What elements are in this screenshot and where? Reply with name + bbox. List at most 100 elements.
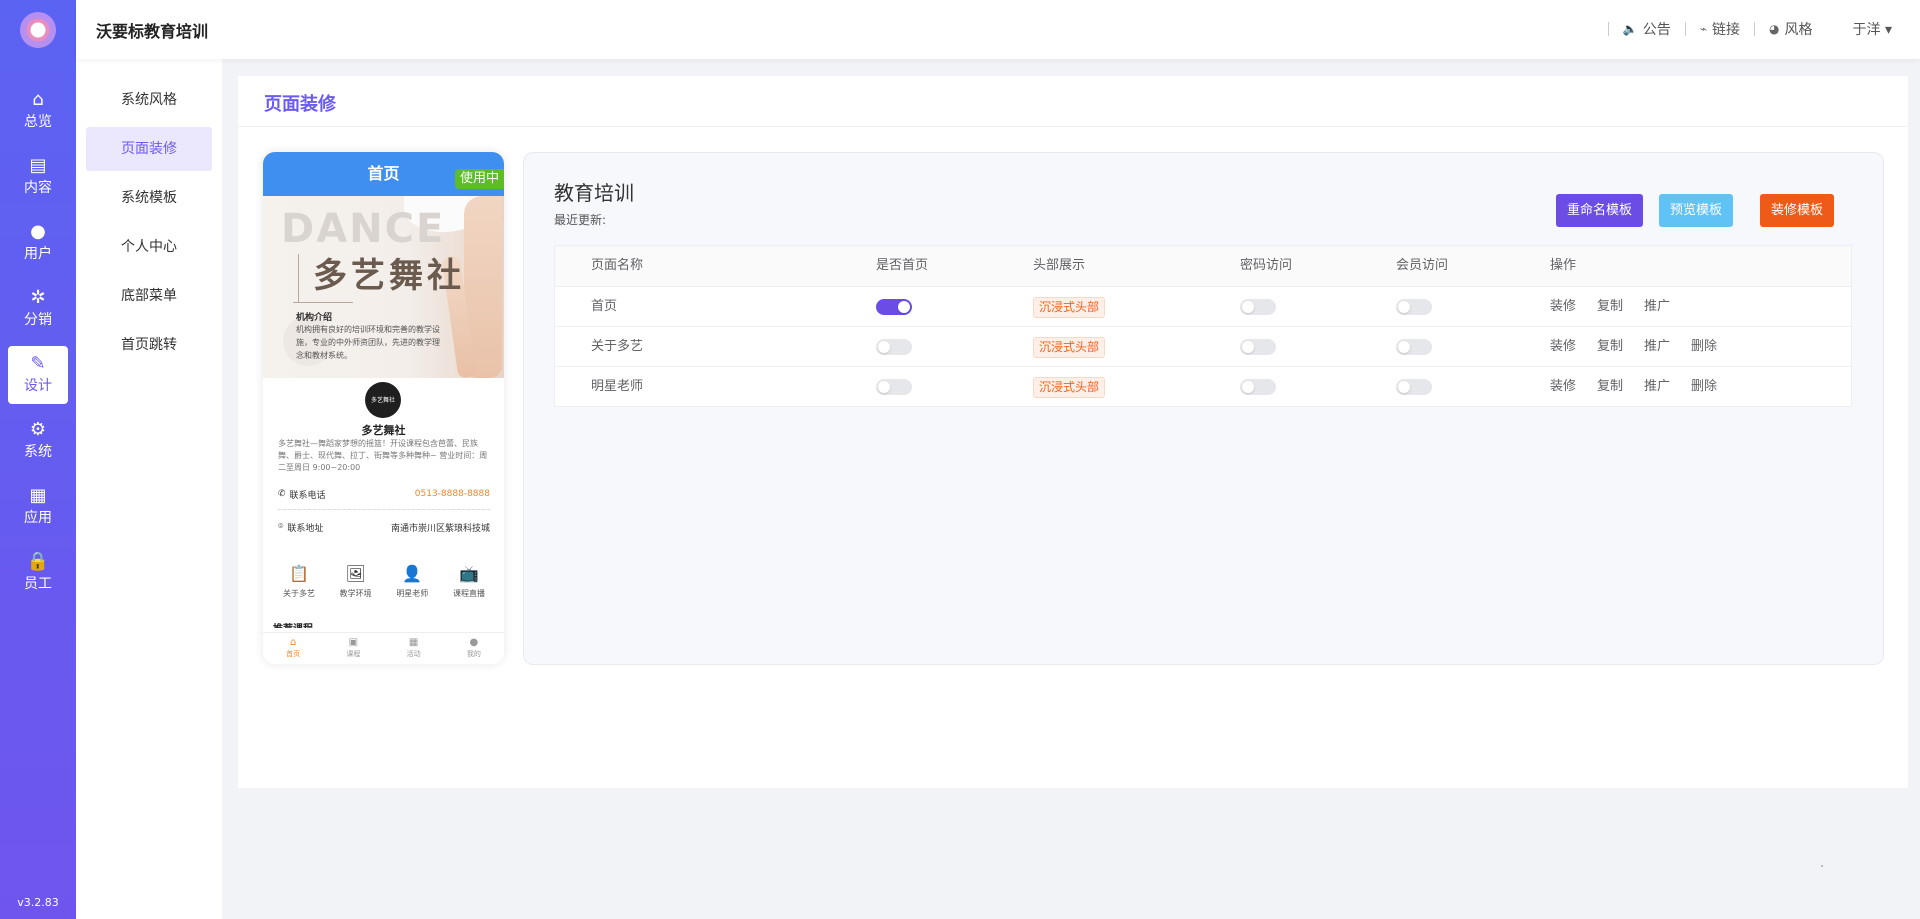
- phone-icon: ✆: [278, 489, 286, 499]
- phone-label: 联系电话: [289, 490, 326, 501]
- row-action-button[interactable]: 删除: [1691, 327, 1717, 367]
- preview-template-button[interactable]: 预览模板: [1659, 194, 1734, 227]
- intro-title: 机构介绍: [296, 313, 333, 323]
- app-logo[interactable]: [20, 12, 56, 48]
- row-action-button[interactable]: 装修: [1550, 367, 1576, 407]
- rail-item[interactable]: ● 用户: [8, 214, 68, 272]
- row-action-button[interactable]: 推广: [1644, 287, 1670, 327]
- divider: [1607, 22, 1609, 36]
- password-access-switch[interactable]: [1240, 299, 1276, 315]
- submenu-item[interactable]: 首页跳转: [86, 323, 212, 367]
- submenu-item[interactable]: 底部菜单: [86, 274, 212, 318]
- row-action-button[interactable]: 复制: [1597, 287, 1623, 327]
- home-icon: ⌂: [289, 637, 297, 648]
- submenu-item[interactable]: 系统模板: [86, 176, 212, 220]
- row-action-button[interactable]: 复制: [1597, 327, 1623, 367]
- row-action-button[interactable]: 复制: [1597, 367, 1623, 407]
- quick-nav-label: 课程直播: [452, 589, 485, 598]
- person-icon: 👤: [402, 564, 423, 583]
- quick-nav-environment[interactable]: 🖼 教学环境: [328, 564, 384, 599]
- submenu-item[interactable]: 个人中心: [86, 225, 212, 269]
- row-actions: 装修 复制 推广: [1550, 287, 1670, 327]
- club-description: 多艺舞社—舞蹈家梦想的摇篮！开设课程包含芭蕾、民族舞、爵士、现代舞、拉丁、街舞等…: [278, 439, 488, 472]
- row-action-button[interactable]: 装修: [1550, 287, 1576, 327]
- tab-mine[interactable]: ● 我的: [444, 633, 504, 664]
- row-action-button[interactable]: 推广: [1644, 327, 1670, 367]
- tab-activities[interactable]: ▦ 活动: [384, 633, 444, 664]
- decor-line: [293, 302, 353, 303]
- rail-item[interactable]: ⌂ 总览: [8, 82, 68, 140]
- rail-item-label: 系统: [24, 444, 52, 460]
- tab-courses[interactable]: ▣ 课程: [323, 633, 383, 664]
- quick-nav-live[interactable]: 📺 课程直播: [441, 564, 497, 599]
- submenu-item[interactable]: 页面装修: [86, 127, 212, 171]
- is-home-switch[interactable]: [876, 339, 912, 355]
- header-type-tag: 沉浸式头部: [1033, 337, 1106, 358]
- column-header: 是否首页: [876, 258, 929, 273]
- club-logo: 多艺舞社: [365, 382, 401, 418]
- version-label: v3.2.83: [17, 896, 59, 909]
- is-home-switch[interactable]: [876, 299, 912, 315]
- password-access-switch[interactable]: [1240, 379, 1276, 395]
- tab-home[interactable]: ⌂ 首页: [263, 633, 323, 664]
- banner-name: 多艺舞社: [313, 256, 465, 296]
- decorate-template-button[interactable]: 装修模板: [1760, 194, 1835, 227]
- rail-item[interactable]: ✎ 设计: [8, 346, 68, 404]
- palette-icon: ◕: [1769, 22, 1780, 36]
- home-icon: ⌂: [32, 89, 44, 110]
- lock-icon: 🔒: [26, 551, 50, 572]
- row-action-button[interactable]: 删除: [1691, 367, 1717, 407]
- rail-item[interactable]: ▦ 应用: [8, 478, 68, 536]
- pages-table: 页面名称 是否首页 头部展示 密码访问 会员访问 操作 首页 沉浸式头部 装修 复制推…: [554, 245, 1852, 407]
- divider: [1684, 22, 1686, 36]
- member-access-switch[interactable]: [1396, 299, 1432, 315]
- style-link[interactable]: ◕ 风格: [1769, 19, 1812, 39]
- rail-item[interactable]: ▤ 内容: [8, 148, 68, 206]
- contact-address-row: ⌾ 联系地址 南通市崇川区紫琅科技城: [278, 513, 490, 541]
- quick-nav: 📋 关于多艺 🖼 教学环境 👤 明星老师 📺 课程直播: [271, 564, 497, 599]
- recommend-title: 推荐课程: [273, 620, 313, 628]
- phone-preview[interactable]: 首页 使用中 DANCE 多艺舞社 机构介绍 机构拥有良好的培训环境和完善的教学…: [263, 152, 504, 664]
- member-access-switch[interactable]: [1396, 339, 1432, 355]
- rail-item[interactable]: ⚙ 系统: [8, 412, 68, 470]
- announcement-link[interactable]: 🔈 公告: [1623, 19, 1671, 39]
- table-row: 明星老师 沉浸式头部 装修 复制 推广 删除: [555, 366, 1851, 406]
- secondary-menu: 系统风格页面装修系统模板个人中心底部菜单首页跳转: [76, 0, 222, 919]
- grid-icon: ▦: [29, 485, 47, 506]
- table-header: 页面名称 是否首页 头部展示 密码访问 会员访问 操作: [555, 246, 1851, 286]
- row-action-button[interactable]: 装修: [1550, 327, 1576, 367]
- banner-watermark: DANCE: [281, 206, 446, 252]
- rail-item[interactable]: ✲ 分销: [8, 280, 68, 338]
- page-name: 明星老师: [591, 379, 644, 394]
- brush-icon: ✎: [30, 353, 46, 374]
- phone-top-bar: 首页 使用中: [263, 152, 504, 196]
- link-label: 链接: [1712, 22, 1741, 38]
- password-access-switch[interactable]: [1240, 339, 1276, 355]
- quick-nav-teachers[interactable]: 👤 明星老师: [384, 564, 440, 599]
- quick-nav-about[interactable]: 📋 关于多艺: [271, 564, 327, 599]
- tv-icon: 📺: [459, 564, 479, 583]
- header-nav: 🔈 公告 ⌁ 链接 ◕ 风格 于洋 ▾: [1594, 19, 1892, 39]
- row-action-button[interactable]: 推广: [1644, 367, 1670, 407]
- contact-phone-row: ✆ 联系电话 0513-8888-8888: [278, 480, 490, 508]
- rail-item-label: 内容: [24, 180, 52, 196]
- rail-item-label: 员工: [24, 576, 52, 592]
- clipboard-icon: 📋: [289, 564, 309, 583]
- is-home-switch[interactable]: [876, 379, 912, 395]
- column-header: 头部展示: [1033, 258, 1086, 273]
- link-link[interactable]: ⌁ 链接: [1700, 19, 1740, 39]
- phone-page-title: 首页: [367, 164, 400, 183]
- rail-item[interactable]: 🔒 员工: [8, 544, 68, 602]
- submenu-item[interactable]: 系统风格: [86, 78, 212, 122]
- divider: [1754, 22, 1756, 36]
- share-icon: ✲: [30, 287, 46, 308]
- intro-text: 机构拥有良好的培训环境和完善的教学设施，专业的中外师资团队，先进的教学理念和教材…: [296, 325, 440, 360]
- user-menu[interactable]: 于洋 ▾: [1853, 19, 1892, 39]
- style-label: 风格: [1784, 22, 1813, 38]
- document-icon: ▤: [29, 155, 47, 176]
- column-header: 操作: [1550, 258, 1577, 273]
- member-access-switch[interactable]: [1396, 379, 1432, 395]
- rename-template-button[interactable]: 重命名模板: [1556, 194, 1644, 227]
- column-header: 页面名称: [591, 258, 644, 273]
- page-name: 关于多艺: [591, 339, 644, 354]
